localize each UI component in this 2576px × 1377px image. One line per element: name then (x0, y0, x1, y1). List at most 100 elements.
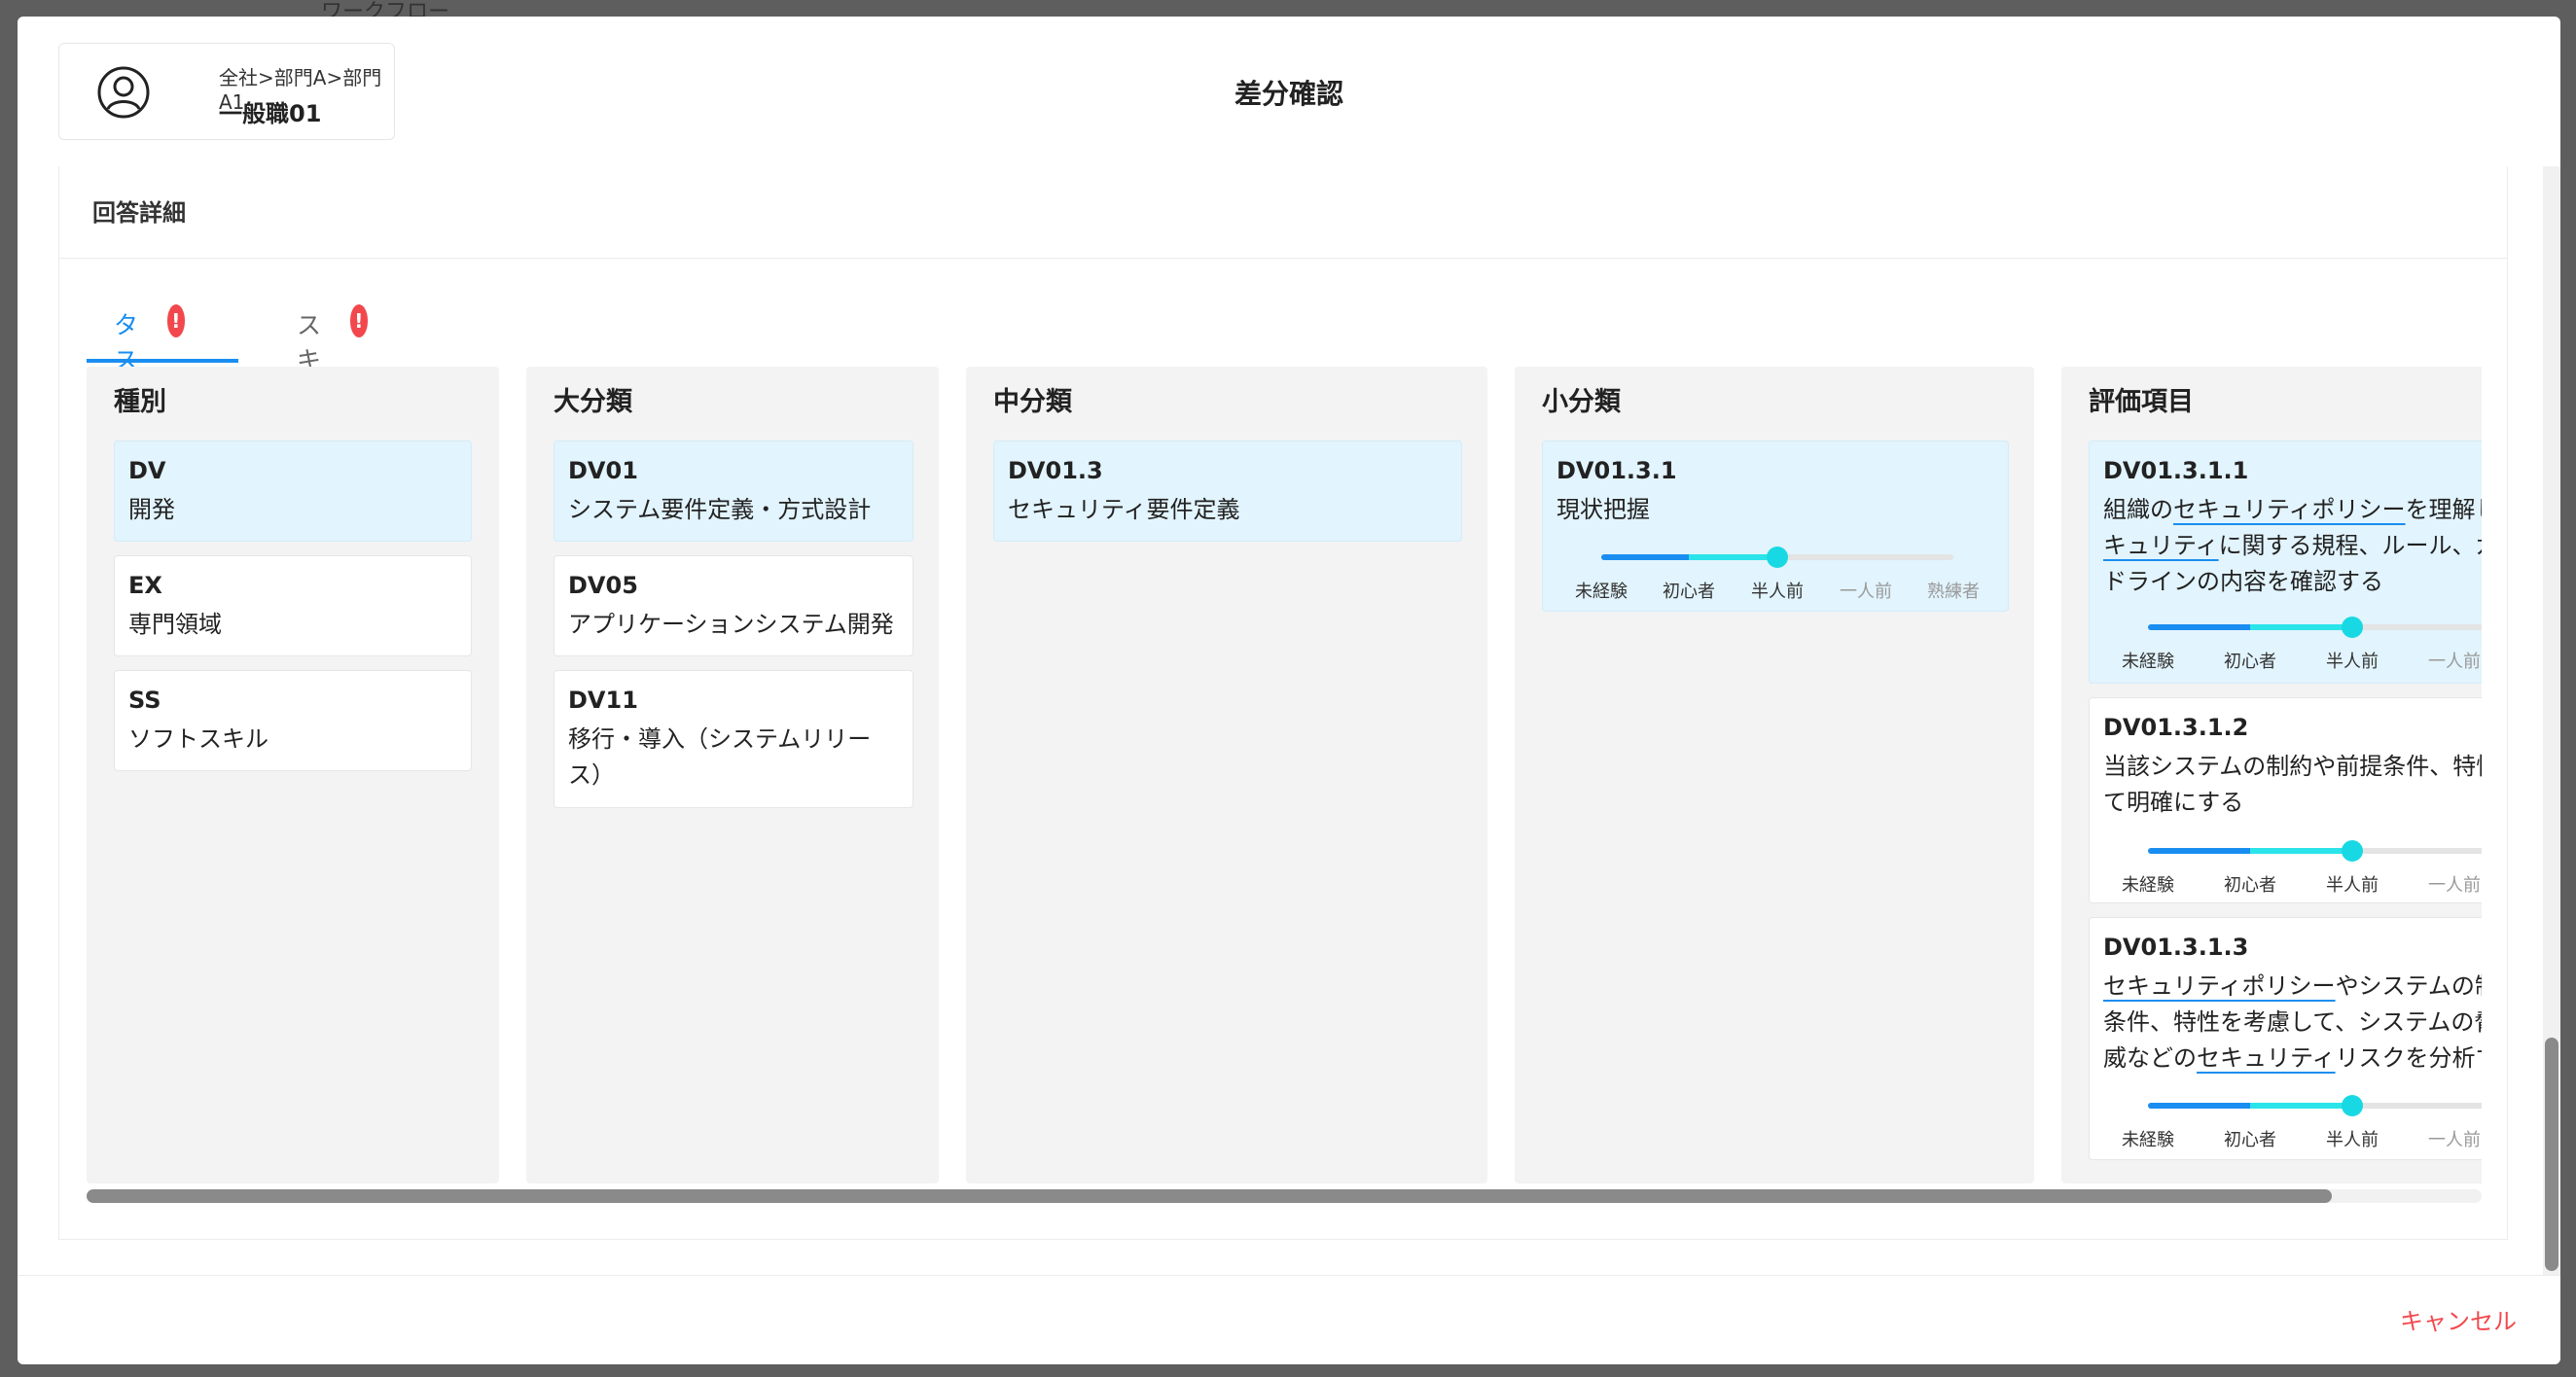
slider-handle[interactable] (1767, 547, 1788, 568)
desc-text: ドラインの内容を確認する (2103, 568, 2383, 595)
skill-level-slider[interactable]: 未経験 初心者 半人前 一人前 熟練者 (1575, 547, 1980, 607)
desc-text: 組織の (2103, 496, 2173, 523)
column-middle: 中分類 DV01.3 セキュリティ要件定義 (966, 367, 1487, 1183)
level-label: 一人前 (2428, 1130, 2481, 1150)
item-name-line: 移行・導入（システムリリー (568, 725, 872, 753)
level-label: 初心者 (2224, 875, 2276, 896)
desc-text: 威などの (2103, 1044, 2197, 1072)
tab-task[interactable]: タスク ! (114, 299, 186, 409)
column-major-title: 大分類 (554, 387, 632, 417)
slider-handle[interactable] (2342, 1095, 2363, 1116)
level-label: 一人前 (1840, 582, 1892, 602)
column-minor: 小分類 DV01.3.1 現状把握 未経験 初心者 半人前 一人前 熟練者 (1515, 367, 2034, 1183)
eval-item-dv01-3-1-3[interactable]: DV01.3.1.3 セキュリティポリシーやシステムの制 条件、特性を考慮して、… (2089, 917, 2482, 1160)
middle-item-dv01-3[interactable]: DV01.3 セキュリティ要件定義 (993, 441, 1462, 542)
category-columns: 種別 DV 開発 EX 専門領域 SS ソフトスキル 大分類 DV01 システム… (87, 367, 2482, 1183)
glossary-link[interactable]: セキュリティ (2197, 1044, 2336, 1072)
item-name: システム要件定義・方式設計 (568, 496, 872, 523)
eval-item-dv01-3-1-2[interactable]: DV01.3.1.2 当該システムの制約や前提条件、特性 て明確にする 未経験 … (2089, 697, 2482, 903)
slider-fill-low (1601, 554, 1689, 560)
skill-level-slider[interactable]: 未経験 初心者 半人前 一人前 (2122, 840, 2482, 900)
column-evaluation-title: 評価項目 (2089, 387, 2194, 417)
slider-fill-low (2148, 624, 2250, 630)
column-major: 大分類 DV01 システム要件定義・方式設計 DV05 アプリケーションシステム… (526, 367, 939, 1183)
slider-fill-high (2250, 848, 2352, 854)
item-name: 移行・導入（システムリリー ス） (568, 722, 871, 794)
slider-fill-high (2250, 624, 2352, 630)
desc-text: 条件、特性を考慮して、システムの脅 (2103, 1008, 2482, 1036)
tab-skill[interactable]: スキル ! (297, 299, 369, 409)
item-name: 専門領域 (128, 611, 222, 638)
desc-text: て明確にする (2103, 789, 2244, 816)
column-minor-title: 小分類 (1542, 387, 1621, 417)
major-item-dv11[interactable]: DV11 移行・導入（システムリリー ス） (554, 670, 913, 808)
desc-text: 当該システムの制約や前提条件、特性 (2103, 753, 2482, 780)
item-name: アプリケーションシステム開発 (568, 611, 894, 638)
answer-detail-title: 回答詳細 (92, 199, 186, 227)
level-label: 半人前 (2326, 875, 2379, 896)
level-label: 初心者 (2224, 652, 2276, 672)
horizontal-scrollbar-thumb[interactable] (87, 1189, 2332, 1203)
item-code: DV (128, 457, 166, 484)
type-item-dv[interactable]: DV 開発 (114, 441, 472, 542)
column-type-title: 種別 (114, 387, 166, 417)
item-name-line: ス） (568, 761, 615, 789)
type-item-ss[interactable]: SS ソフトスキル (114, 670, 472, 771)
level-label: 未経験 (2122, 652, 2174, 672)
column-evaluation: 評価項目 DV01.3.1.1 組織のセキュリティポリシーを理解し キュリティに… (2061, 367, 2482, 1183)
desc-text: に関する規程、ルール、ガ (2218, 532, 2482, 559)
major-item-dv01[interactable]: DV01 システム要件定義・方式設計 (554, 441, 913, 542)
level-label: 半人前 (1751, 582, 1804, 602)
dialog-header: 全社>部門A>部門A1 一般職01 差分確認 (18, 17, 2560, 166)
item-code: DV05 (568, 572, 638, 599)
type-item-ex[interactable]: EX 専門領域 (114, 555, 472, 656)
dialog-title: 差分確認 (1234, 78, 1343, 110)
item-description: セキュリティポリシーやシステムの制 条件、特性を考慮して、システムの脅 威などの… (2103, 969, 2482, 1077)
slider-fill-low (2148, 1103, 2250, 1109)
item-name: ソフトスキル (128, 725, 268, 753)
eval-item-dv01-3-1-1[interactable]: DV01.3.1.1 組織のセキュリティポリシーを理解し キュリティに関する規程… (2089, 441, 2482, 684)
minor-item-dv01-3-1[interactable]: DV01.3.1 現状把握 未経験 初心者 半人前 一人前 熟練者 (1542, 441, 2009, 612)
slider-fill-low (2148, 848, 2250, 854)
desc-text: を理解し (2405, 496, 2482, 523)
skill-level-slider[interactable]: 未経験 初心者 半人前 一人前 (2122, 617, 2482, 677)
item-code: SS (128, 687, 161, 714)
item-code: DV01.3.1 (1556, 457, 1677, 484)
slider-fill-high (1689, 554, 1777, 560)
item-name: 現状把握 (1556, 496, 1650, 523)
level-label: 半人前 (2326, 652, 2379, 672)
item-code: DV01.3.1.3 (2103, 934, 2249, 961)
item-name: 開発 (128, 496, 175, 523)
major-item-dv05[interactable]: DV05 アプリケーションシステム開発 (554, 555, 913, 656)
item-code: DV01.3 (1008, 457, 1103, 484)
item-description: 組織のセキュリティポリシーを理解し キュリティに関する規程、ルール、ガ ドライン… (2103, 492, 2482, 600)
glossary-link[interactable]: セキュリティポリシー (2103, 972, 2336, 1000)
active-tab-indicator (87, 359, 238, 363)
item-description: 当該システムの制約や前提条件、特性 て明確にする (2103, 749, 2482, 821)
item-code: EX (128, 572, 162, 599)
level-label: 一人前 (2428, 652, 2481, 672)
item-code: DV01 (568, 457, 638, 484)
column-type: 種別 DV 開発 EX 専門領域 SS ソフトスキル (87, 367, 499, 1183)
skill-level-slider[interactable]: 未経験 初心者 半人前 一人前 (2122, 1095, 2482, 1155)
cancel-button[interactable]: キャンセル (2400, 1302, 2517, 1336)
item-name: セキュリティ要件定義 (1008, 496, 1240, 523)
dialog-scroll-area[interactable]: 回答詳細 タスク ! スキル ! 種別 DV (18, 166, 2543, 1275)
level-label: 未経験 (1575, 582, 1628, 602)
item-code: DV01.3.1.1 (2103, 457, 2249, 484)
tab-task-alert-badge: ! (166, 304, 186, 337)
glossary-link[interactable]: セキュリティポリシー (2173, 496, 2406, 523)
vertical-scrollbar-thumb[interactable] (2545, 1038, 2558, 1271)
slider-handle[interactable] (2342, 617, 2363, 638)
level-label: 一人前 (2428, 875, 2481, 896)
level-label: 半人前 (2326, 1130, 2379, 1150)
slider-handle[interactable] (2342, 840, 2363, 862)
level-label: 初心者 (2224, 1130, 2276, 1150)
column-middle-title: 中分類 (993, 387, 1072, 417)
divider (59, 258, 2507, 259)
desc-text: リスクを分析す (2335, 1044, 2482, 1072)
glossary-link[interactable]: キュリティ (2103, 532, 2219, 559)
item-code: DV11 (568, 687, 638, 714)
footer-divider (18, 1275, 2560, 1276)
slider-fill-high (2250, 1103, 2352, 1109)
